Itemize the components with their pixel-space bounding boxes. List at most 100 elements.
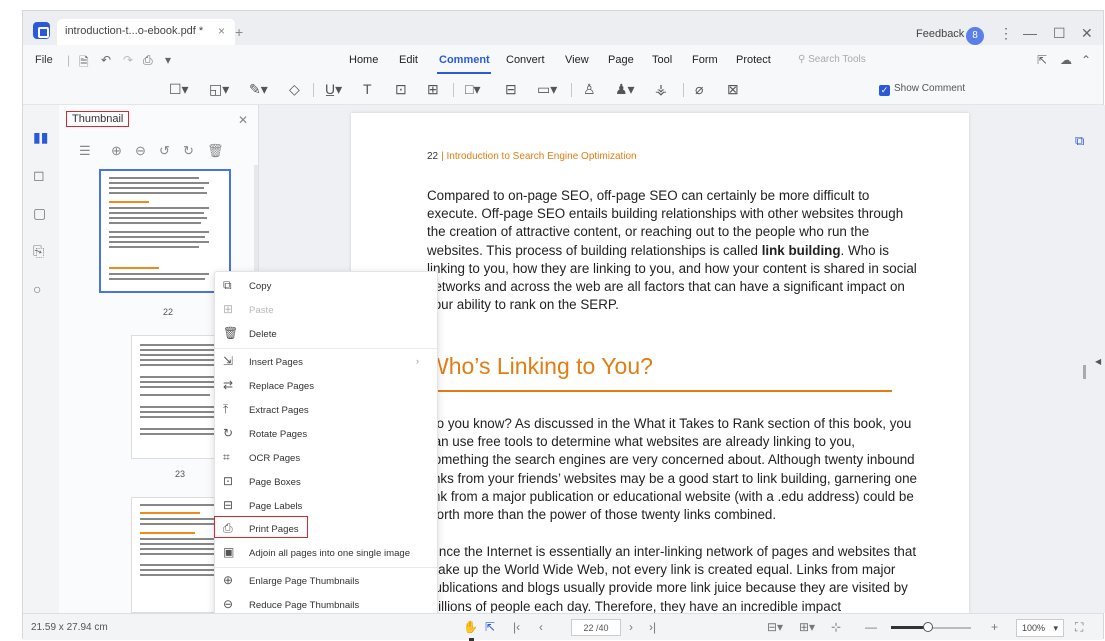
ctx-adjoin-pages[interactable]: ▣ Adjoin all pages into one single image	[215, 542, 437, 564]
more-options-icon[interactable]: ⋮	[999, 25, 1013, 42]
rotate-right-icon[interactable]: ↻	[183, 143, 194, 159]
tab-close-icon[interactable]: ×	[218, 24, 225, 38]
minimize-button[interactable]: —	[1023, 25, 1037, 41]
paragraph-2: Do you know? As discussed in the What it…	[427, 416, 918, 523]
last-page-icon[interactable]: ›|	[649, 620, 656, 634]
signature-icon[interactable]: ♟▾	[615, 81, 635, 98]
dropdown-icon[interactable]: ▾	[165, 53, 171, 67]
fullscreen-icon[interactable]: ⛶	[1075, 620, 1083, 635]
menu-protect[interactable]: Protect	[736, 54, 771, 66]
panel-toggle-arrow-icon[interactable]: ◀	[1095, 357, 1101, 366]
print-pages-highlight	[214, 516, 308, 538]
close-button[interactable]: ✕	[1081, 25, 1093, 42]
callout-icon[interactable]: ◱▾	[209, 81, 229, 98]
menu-tool[interactable]: Tool	[652, 54, 672, 66]
document-scrollbar[interactable]	[1083, 365, 1086, 379]
rectangle-icon[interactable]: □▾	[465, 81, 480, 98]
zoom-out-button[interactable]: —	[865, 620, 877, 634]
page-options-icon[interactable]: ☰	[79, 143, 91, 159]
bookmark-icon[interactable]: ◻	[33, 167, 45, 184]
first-page-icon[interactable]: |‹	[513, 620, 520, 634]
stamp-pen-icon[interactable]: ⚶	[655, 81, 667, 98]
search-panel-icon[interactable]: ○	[33, 281, 41, 297]
menu-page[interactable]: Page	[608, 54, 634, 66]
file-menu[interactable]: File	[35, 54, 53, 66]
avatar[interactable]: 8	[966, 27, 984, 45]
textbox-icon[interactable]: ⊡	[395, 81, 407, 98]
menu-view[interactable]: View	[565, 54, 589, 66]
attachment-panel-icon[interactable]: ⎘	[33, 243, 44, 260]
comment-panel-icon[interactable]: ▢	[33, 205, 46, 222]
ctx-extract-pages[interactable]: ⤒ Extract Pages	[215, 399, 437, 421]
cloud-icon[interactable]: ☁	[1060, 53, 1072, 67]
prev-page-icon[interactable]: ‹	[539, 620, 543, 634]
app-logo-icon	[33, 22, 50, 39]
attachment-icon[interactable]: ⌀	[695, 81, 703, 98]
title-bar: introduction-t...o-ebook.pdf * × + Feedb…	[23, 11, 1103, 45]
share-icon[interactable]: ⇱	[1037, 53, 1047, 67]
page-number-input[interactable]: 22 /40	[571, 619, 621, 636]
next-page-icon[interactable]: ›	[629, 620, 633, 634]
translate-icon[interactable]: ⧉	[1075, 133, 1095, 153]
measure-icon[interactable]: ▭▾	[537, 81, 557, 98]
zoom-in-icon[interactable]: ⊕	[111, 143, 122, 159]
fit-width-icon[interactable]: ⊟▾	[767, 620, 783, 634]
comment-list-icon[interactable]: ⊠	[727, 81, 739, 98]
rotate-left-icon[interactable]: ↺	[159, 143, 170, 159]
page-layout-icon[interactable]: ⊞▾	[799, 620, 815, 634]
ctx-replace-pages[interactable]: ⇄ Replace Pages	[215, 375, 437, 397]
text-icon[interactable]: T	[363, 81, 372, 97]
text-callout-icon[interactable]: ⊞	[427, 81, 439, 98]
stamp-icon[interactable]: ♙	[583, 81, 596, 98]
ctx-page-boxes[interactable]: ⊡ Page Boxes	[215, 471, 437, 493]
delete-page-icon[interactable]: 🗑	[207, 143, 224, 159]
underline-icon[interactable]: U̲▾	[325, 81, 342, 98]
thumbnail-panel-icon[interactable]: ▮▮	[33, 129, 48, 146]
hand-tool-icon[interactable]: ✋	[463, 620, 478, 634]
paragraph-1: Compared to on-page SEO, off-page SEO ca…	[427, 188, 917, 313]
pdf-page: 22 | Introduction to Search Engine Optimi…	[351, 113, 969, 613]
print-icon[interactable]: ⎙	[143, 53, 153, 68]
show-comment-checkbox[interactable]: ✓ Show Comment	[879, 83, 965, 96]
zoom-select[interactable]: 100% ▾	[1016, 619, 1064, 637]
collapse-ribbon-icon[interactable]: ⌃	[1081, 53, 1091, 67]
zoom-slider-handle[interactable]	[923, 622, 933, 632]
menu-edit[interactable]: Edit	[399, 54, 418, 66]
menu-home[interactable]: Home	[349, 54, 378, 66]
ctx-paste: ⊞ Paste	[223, 302, 274, 316]
maximize-button[interactable]: ☐	[1053, 25, 1066, 42]
ctx-ocr-pages[interactable]: ⌗ OCR Pages	[215, 447, 437, 469]
ctx-enlarge-thumbnails[interactable]: ⊕ Enlarge Page Thumbnails	[215, 570, 437, 592]
ctx-insert-pages[interactable]: ⇲ Insert Pages ›	[215, 351, 437, 373]
ctx-rotate-pages[interactable]: ↻ Rotate Pages	[215, 423, 437, 445]
menu-comment[interactable]: Comment	[439, 54, 490, 66]
ctx-copy[interactable]: ⧉ Copy	[215, 275, 437, 297]
toolbar-separator	[453, 83, 454, 97]
read-mode-icon[interactable]: ⊹	[831, 620, 841, 634]
comment-toolbar: ☐▾ ◱▾ ✎▾ ◇ U̲▾ T ⊡ ⊞ □▾ ⊟ ▭▾ ♙ ♟▾ ⚶ ⌀ ⊠ …	[23, 75, 1103, 105]
ocr-pages-icon: ⌗	[223, 450, 230, 464]
document-tab[interactable]: introduction-t...o-ebook.pdf * ×	[57, 19, 235, 45]
ctx-page-labels[interactable]: ⊟ Page Labels	[215, 495, 437, 517]
eraser-icon[interactable]: ◇	[289, 81, 300, 98]
zoom-out-icon[interactable]: ⊖	[135, 143, 146, 159]
redo-icon[interactable]: ↷	[123, 53, 133, 67]
menu-form[interactable]: Form	[692, 54, 718, 66]
zoom-in-button[interactable]: +	[991, 620, 998, 634]
undo-icon[interactable]: ↶	[101, 53, 111, 67]
area-icon[interactable]: ⊟	[505, 81, 517, 98]
save-icon[interactable]: 🗎	[79, 53, 89, 74]
select-tool-icon[interactable]: ⇱	[485, 620, 495, 634]
ctx-delete[interactable]: 🗑 Delete	[215, 323, 437, 345]
search-tools-input[interactable]: ⚲ Search Tools	[798, 54, 866, 65]
page-thumbnail-22[interactable]	[99, 169, 231, 293]
toolbar-separator	[313, 83, 314, 97]
panel-close-icon[interactable]: ✕	[238, 113, 248, 127]
sticky-note-icon[interactable]: ☐▾	[169, 81, 189, 98]
pencil-icon[interactable]: ✎▾	[249, 81, 268, 98]
zoom-slider-fill	[891, 626, 927, 629]
new-tab-button[interactable]: +	[235, 24, 243, 40]
feedback-link[interactable]: Feedback	[916, 28, 964, 40]
menu-convert[interactable]: Convert	[506, 54, 545, 66]
copy-icon: ⧉	[223, 278, 232, 292]
